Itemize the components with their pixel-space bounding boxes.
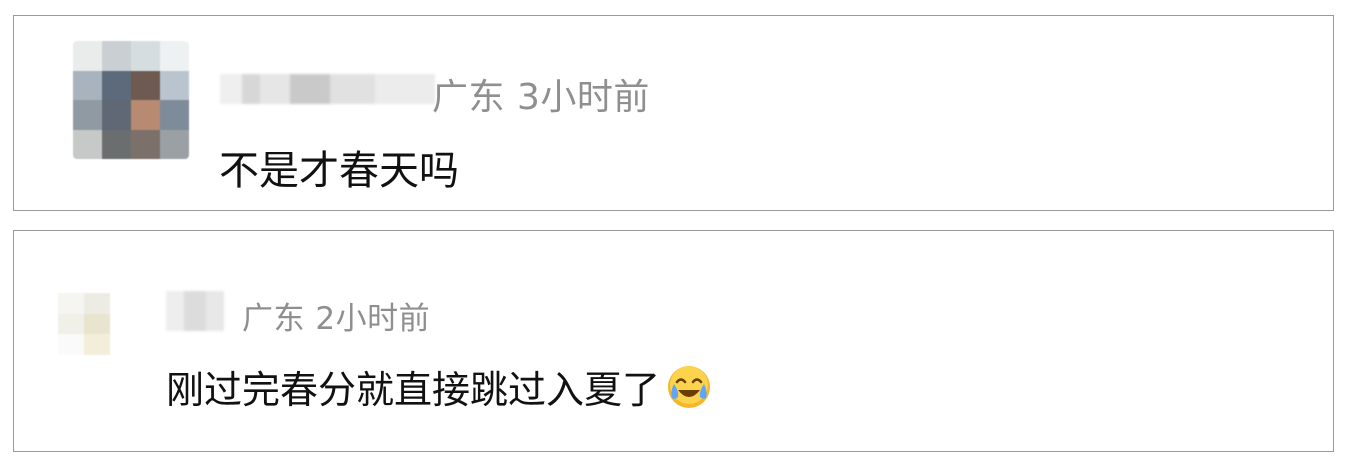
comment-card: 广东 3小时前 不是才春天吗 bbox=[13, 15, 1334, 211]
comment-text: 不是才春天吗 bbox=[219, 148, 459, 194]
comment-meta: 广东 3小时前 bbox=[432, 68, 650, 120]
timestamp: 2小时前 bbox=[315, 301, 431, 337]
username-redacted[interactable] bbox=[220, 74, 435, 104]
comment-meta: 广东 2小时前 bbox=[242, 293, 430, 338]
location-label: 广东 bbox=[432, 77, 506, 118]
comment-text: 刚过完春分就直接跳过入夏了 bbox=[166, 359, 712, 414]
username-redacted[interactable] bbox=[166, 291, 224, 331]
comment-text-content: 刚过完春分就直接跳过入夏了 bbox=[166, 368, 661, 412]
comment-card: 广东 2小时前 刚过完春分就直接跳过入夏了 bbox=[13, 230, 1334, 452]
laughing-crying-emoji-icon bbox=[666, 364, 712, 410]
timestamp: 3小时前 bbox=[516, 77, 650, 118]
location-label: 广东 bbox=[242, 301, 305, 337]
avatar[interactable] bbox=[58, 293, 110, 355]
avatar[interactable] bbox=[73, 41, 189, 159]
